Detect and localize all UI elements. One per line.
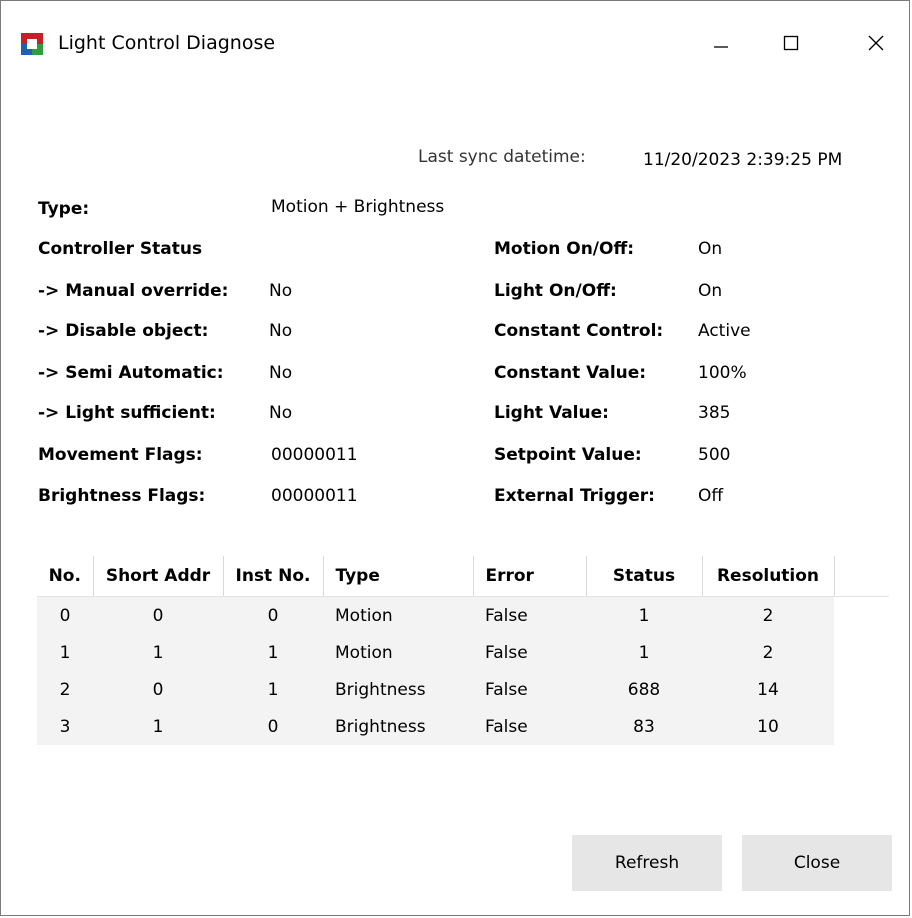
cell-no: 0 xyxy=(37,596,93,634)
diagnose-window: Light Control Diagnose Last sync datetim… xyxy=(0,0,910,916)
window-title: Light Control Diagnose xyxy=(58,32,276,54)
movement-flags-value: 00000011 xyxy=(271,445,358,465)
cell-short-addr: 1 xyxy=(93,634,223,671)
last-sync-label: Last sync datetime: xyxy=(418,147,586,167)
constant-control-value: Active xyxy=(698,321,751,341)
column-header-type[interactable]: Type xyxy=(323,556,474,597)
cell-filler xyxy=(834,671,889,708)
cell-error: False xyxy=(473,671,586,708)
external-trigger-label: External Trigger: xyxy=(494,486,655,506)
minimize-button[interactable] xyxy=(701,27,741,59)
column-header-inst-no[interactable]: Inst No. xyxy=(223,556,324,597)
cell-status: 688 xyxy=(586,671,702,708)
cell-resolution: 2 xyxy=(702,634,834,671)
brightness-flags-value: 00000011 xyxy=(271,486,358,506)
cell-filler xyxy=(834,596,889,634)
light-sufficient-label: -> Light sufficient: xyxy=(38,403,216,423)
title-bar[interactable]: Light Control Diagnose xyxy=(1,1,909,79)
cell-inst-no: 0 xyxy=(223,596,323,634)
motion-on-off-label: Motion On/Off: xyxy=(494,239,635,259)
external-trigger-value: Off xyxy=(698,486,724,506)
cell-filler xyxy=(834,634,889,671)
sensor-table[interactable]: No. Short Addr Inst No. Type Error Statu… xyxy=(37,556,889,745)
cell-resolution: 2 xyxy=(702,596,834,634)
cell-no: 1 xyxy=(37,634,93,671)
close-icon xyxy=(868,35,884,51)
constant-value-label: Constant Value: xyxy=(494,363,647,383)
table-row[interactable]: 2 0 1 Brightness False 688 14 xyxy=(37,671,889,708)
manual-override-label: -> Manual override: xyxy=(38,281,229,301)
minimize-icon xyxy=(714,46,728,48)
table-row[interactable]: 0 0 0 Motion False 1 2 xyxy=(37,596,889,634)
maximize-icon xyxy=(783,35,799,51)
cell-inst-no: 1 xyxy=(223,634,323,671)
cell-type: Motion xyxy=(323,596,473,634)
cell-short-addr: 1 xyxy=(93,708,223,745)
manual-override-value: No xyxy=(269,281,293,301)
table-header-row: No. Short Addr Inst No. Type Error Statu… xyxy=(37,556,889,597)
type-value: Motion + Brightness xyxy=(271,197,445,217)
movement-flags-label: Movement Flags: xyxy=(38,445,203,465)
controller-status-label: Controller Status xyxy=(38,239,203,259)
semi-automatic-value: No xyxy=(269,363,293,383)
light-value-value: 385 xyxy=(698,403,731,423)
light-sufficient-value: No xyxy=(269,403,293,423)
cell-type: Brightness xyxy=(323,671,473,708)
constant-value-value: 100% xyxy=(698,363,747,383)
refresh-button[interactable]: Refresh xyxy=(572,835,722,891)
light-value-label: Light Value: xyxy=(494,403,609,423)
constant-control-label: Constant Control: xyxy=(494,321,664,341)
last-sync-value: 11/20/2023 2:39:25 PM xyxy=(643,150,843,170)
column-header-error[interactable]: Error xyxy=(473,556,587,597)
column-header-status[interactable]: Status xyxy=(586,556,703,597)
table-row[interactable]: 1 1 1 Motion False 1 2 xyxy=(37,634,889,671)
app-logo-icon xyxy=(21,33,43,55)
motion-on-off-value: On xyxy=(698,239,723,259)
cell-resolution: 10 xyxy=(702,708,834,745)
cell-no: 3 xyxy=(37,708,93,745)
column-header-no[interactable]: No. xyxy=(37,556,94,597)
light-on-off-value: On xyxy=(698,281,723,301)
light-on-off-label: Light On/Off: xyxy=(494,281,617,301)
window-close-button[interactable] xyxy=(856,27,896,59)
cell-short-addr: 0 xyxy=(93,671,223,708)
column-header-filler xyxy=(834,556,889,597)
cell-status: 1 xyxy=(586,596,702,634)
cell-resolution: 14 xyxy=(702,671,834,708)
cell-inst-no: 0 xyxy=(223,708,323,745)
setpoint-value-label: Setpoint Value: xyxy=(494,445,642,465)
disable-object-value: No xyxy=(269,321,293,341)
column-header-resolution[interactable]: Resolution xyxy=(702,556,835,597)
maximize-button[interactable] xyxy=(771,27,811,59)
cell-error: False xyxy=(473,708,586,745)
brightness-flags-label: Brightness Flags: xyxy=(38,486,206,506)
type-label: Type: xyxy=(38,199,90,219)
cell-error: False xyxy=(473,596,586,634)
setpoint-value-value: 500 xyxy=(698,445,731,465)
cell-type: Motion xyxy=(323,634,473,671)
cell-short-addr: 0 xyxy=(93,596,223,634)
table-row[interactable]: 3 1 0 Brightness False 83 10 xyxy=(37,708,889,745)
cell-type: Brightness xyxy=(323,708,473,745)
cell-inst-no: 1 xyxy=(223,671,323,708)
cell-status: 1 xyxy=(586,634,702,671)
cell-status: 83 xyxy=(586,708,702,745)
close-button[interactable]: Close xyxy=(742,835,892,891)
column-header-short-addr[interactable]: Short Addr xyxy=(93,556,224,597)
cell-filler xyxy=(834,708,889,745)
disable-object-label: -> Disable object: xyxy=(38,321,209,341)
cell-error: False xyxy=(473,634,586,671)
semi-automatic-label: -> Semi Automatic: xyxy=(38,363,224,383)
cell-no: 2 xyxy=(37,671,93,708)
